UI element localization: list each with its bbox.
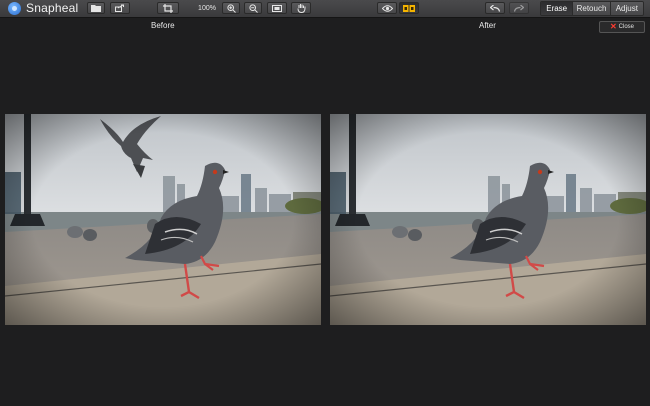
close-label: Close — [618, 24, 635, 30]
zoom-out-icon — [248, 3, 258, 13]
mode-erase-tab[interactable]: Erase — [541, 2, 574, 15]
redo-icon — [514, 4, 524, 12]
mode-adjust-tab[interactable]: Adjust — [610, 2, 643, 15]
close-icon: ✕ — [609, 22, 617, 31]
toolbar: Snapheal 100% Erase Retouch Adjust — [0, 0, 650, 18]
before-image[interactable] — [5, 114, 321, 325]
undo-button[interactable] — [485, 2, 505, 14]
eye-icon — [381, 4, 393, 12]
zoom-level: 100% — [198, 5, 216, 12]
snapheal-logo-icon — [8, 2, 21, 15]
crop-button[interactable] — [157, 2, 179, 14]
mode-retouch-tab[interactable]: Retouch — [573, 2, 611, 15]
open-folder-button[interactable] — [87, 2, 105, 14]
split-view-icon — [403, 4, 415, 12]
redo-button[interactable] — [509, 2, 529, 14]
fit-icon — [272, 4, 282, 12]
mode-switcher: Erase Retouch Adjust — [540, 1, 644, 16]
hand-tool-button[interactable] — [291, 2, 311, 14]
close-button[interactable]: ✕ Close — [599, 21, 645, 33]
split-view-button[interactable] — [399, 2, 419, 14]
folder-icon — [91, 5, 101, 12]
after-image[interactable] — [330, 114, 646, 325]
after-label: After — [479, 21, 496, 30]
zoom-out-button[interactable] — [244, 2, 262, 14]
share-icon — [115, 4, 124, 12]
hand-icon — [297, 4, 305, 13]
fit-to-screen-button[interactable] — [267, 2, 287, 14]
crop-icon — [163, 3, 173, 13]
zoom-in-button[interactable] — [222, 2, 240, 14]
undo-icon — [490, 4, 500, 12]
zoom-in-icon — [226, 3, 236, 13]
preview-toggle-button[interactable] — [377, 2, 397, 14]
before-label: Before — [151, 21, 175, 30]
app-title: Snapheal — [26, 1, 79, 15]
share-button[interactable] — [110, 2, 130, 14]
